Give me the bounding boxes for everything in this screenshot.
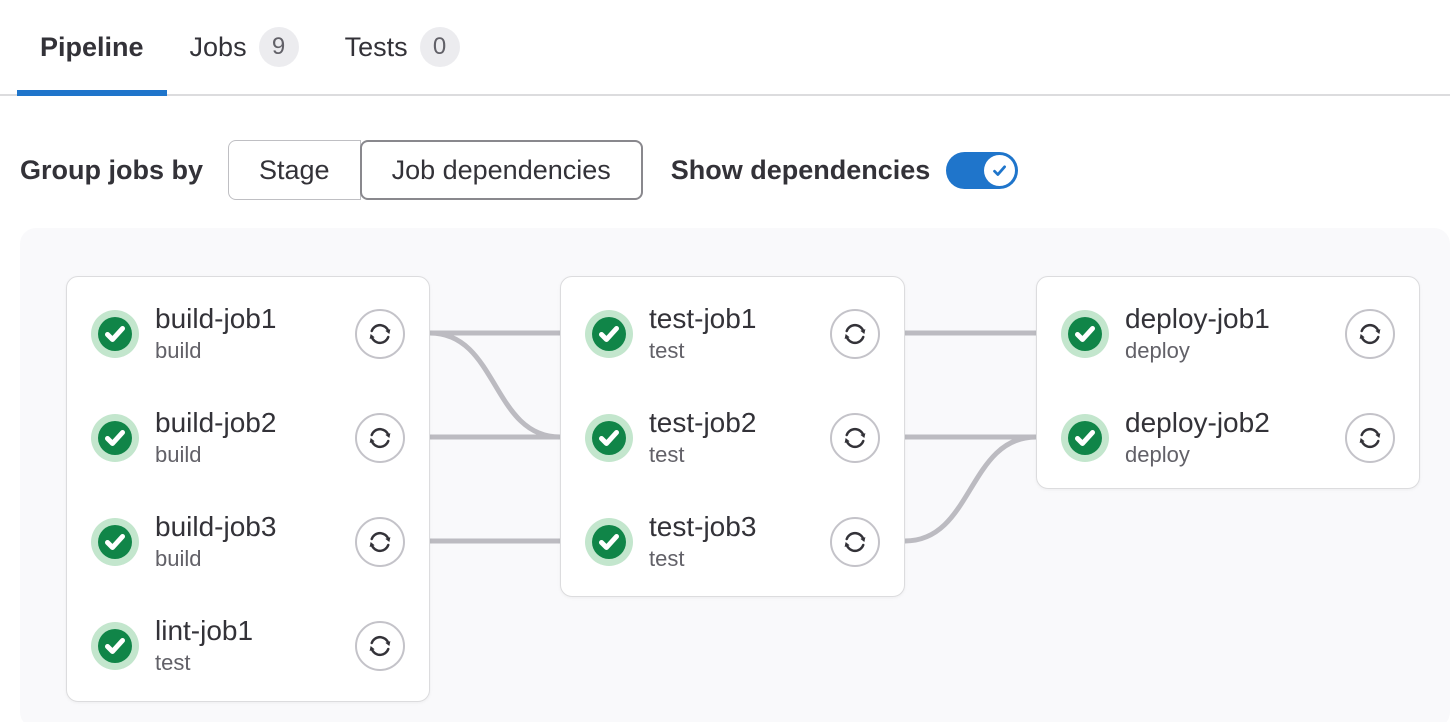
job-link[interactable]: test-job3 [649, 512, 830, 543]
retry-icon [840, 527, 870, 557]
job-row-test-job3: test-job3 test [585, 514, 880, 570]
graph-controls: Group jobs by Stage Job dependencies Sho… [20, 140, 1450, 200]
status-success-icon [585, 310, 633, 358]
job-stage-label: test [155, 650, 355, 676]
tab-tests-label: Tests [345, 32, 408, 63]
job-link[interactable]: deploy-job1 [1125, 304, 1345, 335]
pipeline-tab-bar: Pipeline Jobs 9 Tests 0 [0, 0, 1450, 96]
job-row-deploy-job2: deploy-job2 deploy [1061, 410, 1395, 466]
retry-job-button[interactable] [355, 309, 405, 359]
show-dependencies-toggle[interactable] [946, 152, 1018, 189]
pipeline-page: Pipeline Jobs 9 Tests 0 Group jobs by St… [0, 0, 1450, 722]
job-link[interactable]: deploy-job2 [1125, 408, 1345, 439]
job-stage-label: deploy [1125, 442, 1345, 468]
retry-icon [840, 423, 870, 453]
retry-job-button[interactable] [830, 309, 880, 359]
show-dependencies-label: Show dependencies [671, 155, 931, 186]
retry-job-button[interactable] [1345, 309, 1395, 359]
job-link[interactable]: test-job2 [649, 408, 830, 439]
group-by-segmented-control: Stage Job dependencies [228, 140, 643, 200]
job-group-card-test: test-job1 test test-job2 test [560, 276, 905, 597]
retry-icon [1355, 319, 1385, 349]
retry-icon [365, 423, 395, 453]
retry-icon [840, 319, 870, 349]
status-success-icon [585, 414, 633, 462]
link-test-job3-deploy-job2 [905, 437, 1036, 541]
job-stage-label: build [155, 442, 355, 468]
job-link[interactable]: build-job1 [155, 304, 355, 335]
job-stage-label: test [649, 442, 830, 468]
retry-icon [1355, 423, 1385, 453]
retry-icon [365, 631, 395, 661]
tab-pipeline-label: Pipeline [40, 32, 144, 63]
status-success-icon [91, 622, 139, 670]
job-stage-label: test [649, 546, 830, 572]
toggle-knob [984, 155, 1015, 186]
status-success-icon [585, 518, 633, 566]
tab-jobs-label: Jobs [190, 32, 247, 63]
retry-job-button[interactable] [355, 621, 405, 671]
retry-job-button[interactable] [830, 413, 880, 463]
job-group-card-build: build-job1 build build-job2 build [66, 276, 430, 702]
retry-job-button[interactable] [355, 413, 405, 463]
job-row-lint-job1: lint-job1 test [91, 618, 405, 674]
job-link[interactable]: test-job1 [649, 304, 830, 335]
job-link[interactable]: lint-job1 [155, 616, 355, 647]
tests-count-badge: 0 [420, 27, 460, 67]
job-row-build-job2: build-job2 build [91, 410, 405, 466]
job-stage-label: build [155, 546, 355, 572]
job-stage-label: build [155, 338, 355, 364]
job-row-build-job1: build-job1 build [91, 306, 405, 362]
toggle-check-icon [990, 161, 1009, 180]
job-row-test-job2: test-job2 test [585, 410, 880, 466]
job-row-test-job1: test-job1 test [585, 306, 880, 362]
retry-icon [365, 319, 395, 349]
status-success-icon [91, 518, 139, 566]
pipeline-graph-canvas: build-job1 build build-job2 build [20, 228, 1450, 722]
job-link[interactable]: build-job2 [155, 408, 355, 439]
job-stage-label: test [649, 338, 830, 364]
tab-tests[interactable]: Tests 0 [322, 0, 483, 94]
job-row-build-job3: build-job3 build [91, 514, 405, 570]
retry-job-button[interactable] [1345, 413, 1395, 463]
group-by-stage-button[interactable]: Stage [228, 140, 361, 200]
status-success-icon [1061, 310, 1109, 358]
status-success-icon [1061, 414, 1109, 462]
status-success-icon [91, 414, 139, 462]
group-jobs-by-label: Group jobs by [20, 155, 203, 186]
jobs-count-badge: 9 [259, 27, 299, 67]
status-success-icon [91, 310, 139, 358]
job-row-deploy-job1: deploy-job1 deploy [1061, 306, 1395, 362]
retry-icon [365, 527, 395, 557]
tab-jobs[interactable]: Jobs 9 [167, 0, 322, 94]
retry-job-button[interactable] [355, 517, 405, 567]
job-link[interactable]: build-job3 [155, 512, 355, 543]
job-group-card-deploy: deploy-job1 deploy deploy-job2 deploy [1036, 276, 1420, 489]
tab-pipeline[interactable]: Pipeline [17, 0, 167, 94]
group-by-job-dependencies-button[interactable]: Job dependencies [360, 140, 643, 200]
retry-job-button[interactable] [830, 517, 880, 567]
job-stage-label: deploy [1125, 338, 1345, 364]
link-build-job1-test-job2 [430, 333, 560, 437]
